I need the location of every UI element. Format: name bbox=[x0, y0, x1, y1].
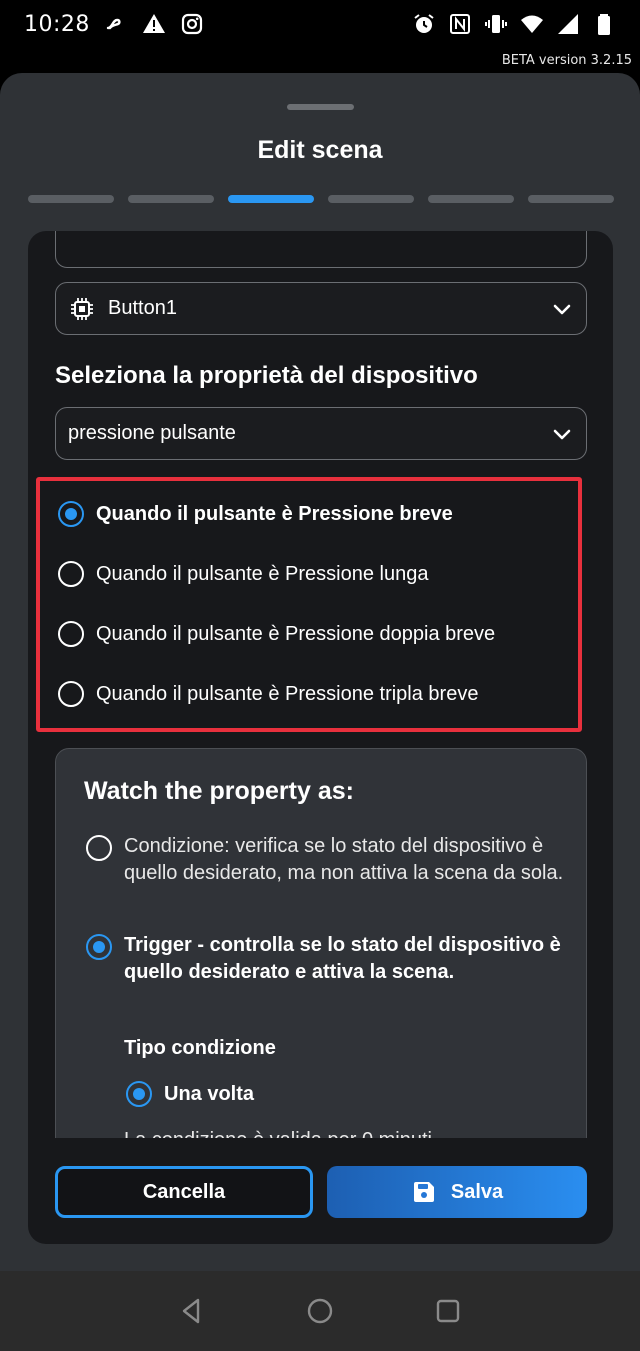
previous-field[interactable] bbox=[55, 231, 587, 268]
radio-unselected[interactable] bbox=[58, 621, 84, 647]
una-volta-label: Una volta bbox=[164, 1082, 255, 1105]
warning-icon bbox=[142, 14, 165, 33]
recents-icon[interactable] bbox=[433, 1296, 463, 1326]
condition-duration-text: La condizione è valida per 0 minuti bbox=[124, 1129, 432, 1138]
press-option-tripla-breve[interactable]: Quando il pulsante è Pressione tripla br… bbox=[58, 681, 478, 707]
save-button[interactable]: Salva bbox=[327, 1166, 587, 1218]
chevron-down-icon bbox=[553, 429, 571, 439]
press-option-label: Quando il pulsante è Pressione doppia br… bbox=[96, 622, 496, 645]
step-4 bbox=[328, 195, 414, 203]
press-option-label: Quando il pulsante è Pressione breve bbox=[96, 502, 453, 525]
step-2 bbox=[128, 195, 214, 203]
watch-option-text: Condizione: verifica se lo stato del dis… bbox=[124, 835, 564, 884]
radio-selected[interactable] bbox=[58, 501, 84, 527]
press-option-label: Quando il pulsante è Pressione tripla br… bbox=[96, 682, 479, 705]
app-s-icon bbox=[106, 18, 121, 30]
save-button-label: Salva bbox=[450, 1180, 504, 1203]
instagram-icon bbox=[181, 13, 203, 35]
scene-editor-card: Button1 Seleziona la proprietà del dispo… bbox=[28, 231, 613, 1244]
scroll-area[interactable]: Button1 Seleziona la proprietà del dispo… bbox=[28, 231, 613, 1138]
radio-selected[interactable] bbox=[86, 934, 112, 960]
property-section-label: Seleziona la proprietà del dispositivo bbox=[55, 362, 478, 389]
chevron-down-icon bbox=[553, 304, 571, 314]
save-disk-icon bbox=[413, 1182, 434, 1202]
step-6 bbox=[528, 195, 614, 203]
beta-version-label: BETA version 3.2.15 bbox=[501, 53, 632, 68]
property-select-value: pressione pulsante bbox=[68, 422, 236, 444]
home-icon[interactable] bbox=[305, 1296, 335, 1326]
sheet-title: Edit scena bbox=[257, 136, 383, 164]
nfc-icon bbox=[450, 14, 470, 34]
property-select[interactable]: pressione pulsante bbox=[55, 407, 587, 460]
cancel-button[interactable]: Cancella bbox=[55, 1166, 313, 1218]
press-option-doppia-breve[interactable]: Quando il pulsante è Pressione doppia br… bbox=[58, 621, 495, 647]
wifi-icon bbox=[521, 15, 543, 33]
step-5 bbox=[428, 195, 514, 203]
clock: 10:28 bbox=[24, 11, 90, 37]
watch-option-text: Trigger - controlla se lo stato del disp… bbox=[124, 934, 561, 983]
press-option-breve[interactable]: Quando il pulsante è Pressione breve bbox=[58, 501, 453, 527]
edit-scene-sheet: Edit scena Button1 Seleziona la propriet… bbox=[0, 73, 640, 1271]
una-volta-option[interactable]: Una volta bbox=[126, 1081, 254, 1107]
watch-option-condizione[interactable]: Condizione: verifica se lo stato del dis… bbox=[86, 833, 564, 887]
chip-icon bbox=[71, 297, 93, 320]
step-1 bbox=[28, 195, 114, 203]
radio-unselected[interactable] bbox=[58, 561, 84, 587]
system-navigation-bar bbox=[0, 1271, 640, 1351]
vibrate-icon bbox=[485, 15, 507, 33]
drag-handle[interactable] bbox=[287, 104, 354, 110]
signal-icon bbox=[558, 14, 578, 34]
watch-title: Watch the property as: bbox=[84, 777, 354, 805]
back-icon[interactable] bbox=[177, 1296, 207, 1326]
status-bar: 10:28 bbox=[0, 0, 640, 48]
device-select-value: Button1 bbox=[108, 297, 177, 319]
watch-option-trigger[interactable]: Trigger - controlla se lo stato del disp… bbox=[86, 932, 564, 986]
radio-unselected[interactable] bbox=[86, 835, 112, 861]
press-option-label: Quando il pulsante è Pressione lunga bbox=[96, 562, 429, 585]
alarm-icon bbox=[414, 14, 434, 33]
radio-unselected[interactable] bbox=[58, 681, 84, 707]
device-select[interactable]: Button1 bbox=[55, 282, 587, 335]
step-3-active bbox=[228, 195, 314, 203]
tipo-condizione-label: Tipo condizione bbox=[124, 1037, 276, 1059]
radio-selected[interactable] bbox=[126, 1081, 152, 1107]
step-progress bbox=[28, 195, 614, 203]
battery-icon bbox=[598, 14, 610, 35]
press-option-lunga[interactable]: Quando il pulsante è Pressione lunga bbox=[58, 561, 428, 587]
watch-property-panel: Watch the property as: Condizione: verif… bbox=[55, 748, 587, 1138]
